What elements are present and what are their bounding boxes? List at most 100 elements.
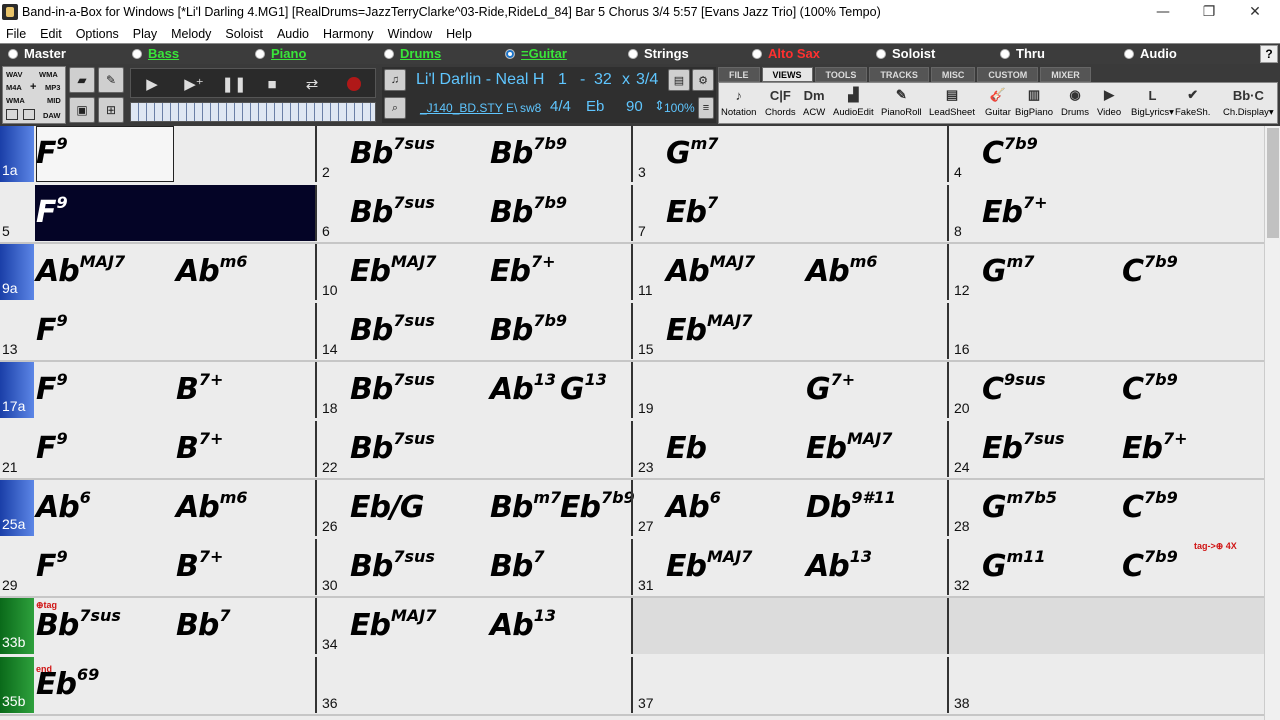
track-thru[interactable]: Thru <box>1000 46 1045 61</box>
tempo-percent[interactable]: 100% <box>664 101 695 115</box>
chord-symbol[interactable]: Ab13 <box>806 549 872 582</box>
tab-tracks[interactable]: TRACKS <box>869 67 929 82</box>
chord-symbol[interactable]: Abm6 <box>176 490 248 523</box>
track-radio-icon[interactable] <box>255 48 265 59</box>
bar[interactable]: 8 Eb7+ <box>948 185 1264 241</box>
bar[interactable]: 2 Bb7sus Bb7b9 <box>316 126 632 182</box>
view-audioedit-button[interactable]: ▟ AudioEdit <box>833 85 874 118</box>
chord-symbol[interactable]: Bbm7 <box>490 490 561 523</box>
bar[interactable]: 21 F9 B7+ <box>0 421 316 477</box>
close-button[interactable]: ✕ <box>1232 0 1278 24</box>
track-radio-icon[interactable] <box>876 48 886 59</box>
drag-icon[interactable] <box>6 109 18 120</box>
chord-symbol[interactable]: Bb7 <box>176 608 230 641</box>
bar[interactable]: 11 AbMAJ7 Abm6 <box>632 244 948 300</box>
chord-symbol[interactable]: Eb7sus <box>982 431 1065 464</box>
chord-symbol[interactable]: Db9#11 <box>806 490 896 523</box>
track-radio-icon[interactable] <box>505 48 515 59</box>
mid-button[interactable]: MID <box>47 96 61 105</box>
menu-item-options[interactable]: Options <box>76 27 119 41</box>
chord-symbol[interactable]: Bb7b9 <box>490 313 567 346</box>
track-radio-icon[interactable] <box>1124 48 1134 59</box>
bar[interactable]: 6 Bb7sus Bb7b9 <box>316 185 632 241</box>
view-leadsheet-button[interactable]: ▤ LeadSheet <box>929 85 975 118</box>
bar[interactable]: 26 Eb/G Bbm7 Eb7b9 <box>316 480 635 536</box>
play-from-bar-icon[interactable]: ▶⁺ <box>177 72 211 96</box>
bar[interactable]: 30 Bb7sus Bb7 <box>316 539 632 595</box>
chord-symbol[interactable]: EbMAJ7 <box>666 313 752 346</box>
chord-symbol[interactable]: Gm11 <box>982 549 1046 582</box>
view-bigpiano-button[interactable]: ▥ BigPiano <box>1015 85 1053 118</box>
bar[interactable]: 31 EbMAJ7 Ab13 <box>632 539 948 595</box>
wma-out-button[interactable]: WMA <box>6 96 25 105</box>
save-as-icon[interactable]: ⊞ <box>98 97 124 123</box>
chord-symbol[interactable]: Eb7+ <box>490 254 556 287</box>
track-radio-icon[interactable] <box>1000 48 1010 59</box>
bar[interactable]: 27 Ab6 Db9#11 <box>632 480 948 536</box>
track-radio-icon[interactable] <box>752 48 762 59</box>
save-icon[interactable]: ▣ <box>69 97 95 123</box>
piano-keyboard-strip[interactable] <box>130 102 376 122</box>
bar[interactable]: 22 Bb7sus <box>316 421 632 477</box>
edit-pencil-icon[interactable]: ✎ <box>98 67 124 93</box>
track-strings[interactable]: Strings <box>628 46 689 61</box>
record-icon[interactable] <box>337 72 371 96</box>
chord-symbol[interactable]: Eb7+ <box>982 195 1048 228</box>
chord-symbol[interactable]: C7b9 <box>1122 254 1178 287</box>
track-soloist[interactable]: Soloist <box>876 46 935 61</box>
bar[interactable]: 12 Gm7 C7b9 <box>948 244 1264 300</box>
chord-symbol[interactable]: Eb <box>666 431 707 464</box>
track-radio-icon[interactable] <box>8 48 18 59</box>
track-radio-icon[interactable] <box>384 48 394 59</box>
chord-symbol[interactable]: B7+ <box>176 372 223 405</box>
chord-symbol[interactable]: Eb7 <box>666 195 718 228</box>
track-bass[interactable]: Bass <box>132 46 179 61</box>
open-folder-icon[interactable]: ▰ <box>69 67 95 93</box>
wma-button[interactable]: WMA <box>39 70 58 79</box>
bar[interactable]: 4 C7b9 <box>948 126 1264 182</box>
chord-symbol[interactable]: EbMAJ7 <box>806 431 892 464</box>
song-notes-icon[interactable]: ▤ <box>668 69 690 91</box>
track-radio-icon[interactable] <box>132 48 142 59</box>
chord-symbol[interactable]: C9sus <box>982 372 1046 405</box>
bar[interactable]: 9a AbMAJ7 Abm6 <box>0 244 316 300</box>
menu-item-harmony[interactable]: Harmony <box>323 27 374 41</box>
chord-symbol[interactable]: EbMAJ7 <box>350 254 436 287</box>
chord-symbol[interactable]: Bb7sus <box>350 372 435 405</box>
chord-symbol[interactable]: Bb7sus <box>350 549 435 582</box>
maximize-button[interactable]: ❐ <box>1186 0 1232 24</box>
bar[interactable]: 13 F9 <box>0 303 316 359</box>
view-acw-button[interactable]: Dm ACW <box>803 85 825 119</box>
chord-symbol[interactable]: Ab13 <box>490 608 556 641</box>
style-search-icon[interactable]: ⌕ <box>384 97 406 119</box>
track-audio[interactable]: Audio <box>1124 46 1177 61</box>
chord-symbol[interactable]: C7b9 <box>1122 549 1178 582</box>
bar[interactable]: 18 Bb7sus Ab13 G13 <box>316 362 632 418</box>
tab-custom[interactable]: CUSTOM <box>977 67 1039 82</box>
menu-item-soloist[interactable]: Soloist <box>225 27 263 41</box>
tab-tools[interactable]: TOOLS <box>814 67 868 82</box>
feel-label[interactable]: sw8 <box>520 101 541 115</box>
chord-symbol[interactable]: F9 <box>36 195 68 228</box>
chord-symbol[interactable]: Abm6 <box>806 254 878 287</box>
chord-symbol[interactable]: F9 <box>36 313 68 346</box>
bar[interactable]: 14 Bb7sus Bb7b9 <box>316 303 632 359</box>
chord-symbol[interactable]: Gm7 <box>666 136 718 169</box>
bar[interactable]: 23 Eb EbMAJ7 <box>632 421 948 477</box>
chord-symbol[interactable]: Ab6 <box>36 490 91 523</box>
chord-symbol[interactable]: Bb7b9 <box>490 195 567 228</box>
track-master[interactable]: Master <box>8 46 66 61</box>
chord-symbol[interactable]: B7+ <box>176 431 223 464</box>
time-signature[interactable]: 4/4 <box>550 98 571 115</box>
view-fakesheet-button[interactable]: ✔ FakeSh. <box>1175 85 1210 118</box>
tab-misc[interactable]: MISC <box>930 67 976 82</box>
loop-end[interactable]: 32 <box>594 71 612 89</box>
bar[interactable]: 15 EbMAJ7 <box>632 303 948 359</box>
chord-symbol[interactable]: Bb7b9 <box>490 136 567 169</box>
song-title[interactable]: Li'l Darlin - Neal H <box>416 71 550 89</box>
chord-symbol[interactable]: Abm6 <box>176 254 248 287</box>
minimize-button[interactable]: — <box>1140 0 1186 24</box>
menu-item-audio[interactable]: Audio <box>277 27 309 41</box>
bar[interactable]: 36 <box>316 657 632 713</box>
chord-symbol[interactable]: B7+ <box>176 549 223 582</box>
